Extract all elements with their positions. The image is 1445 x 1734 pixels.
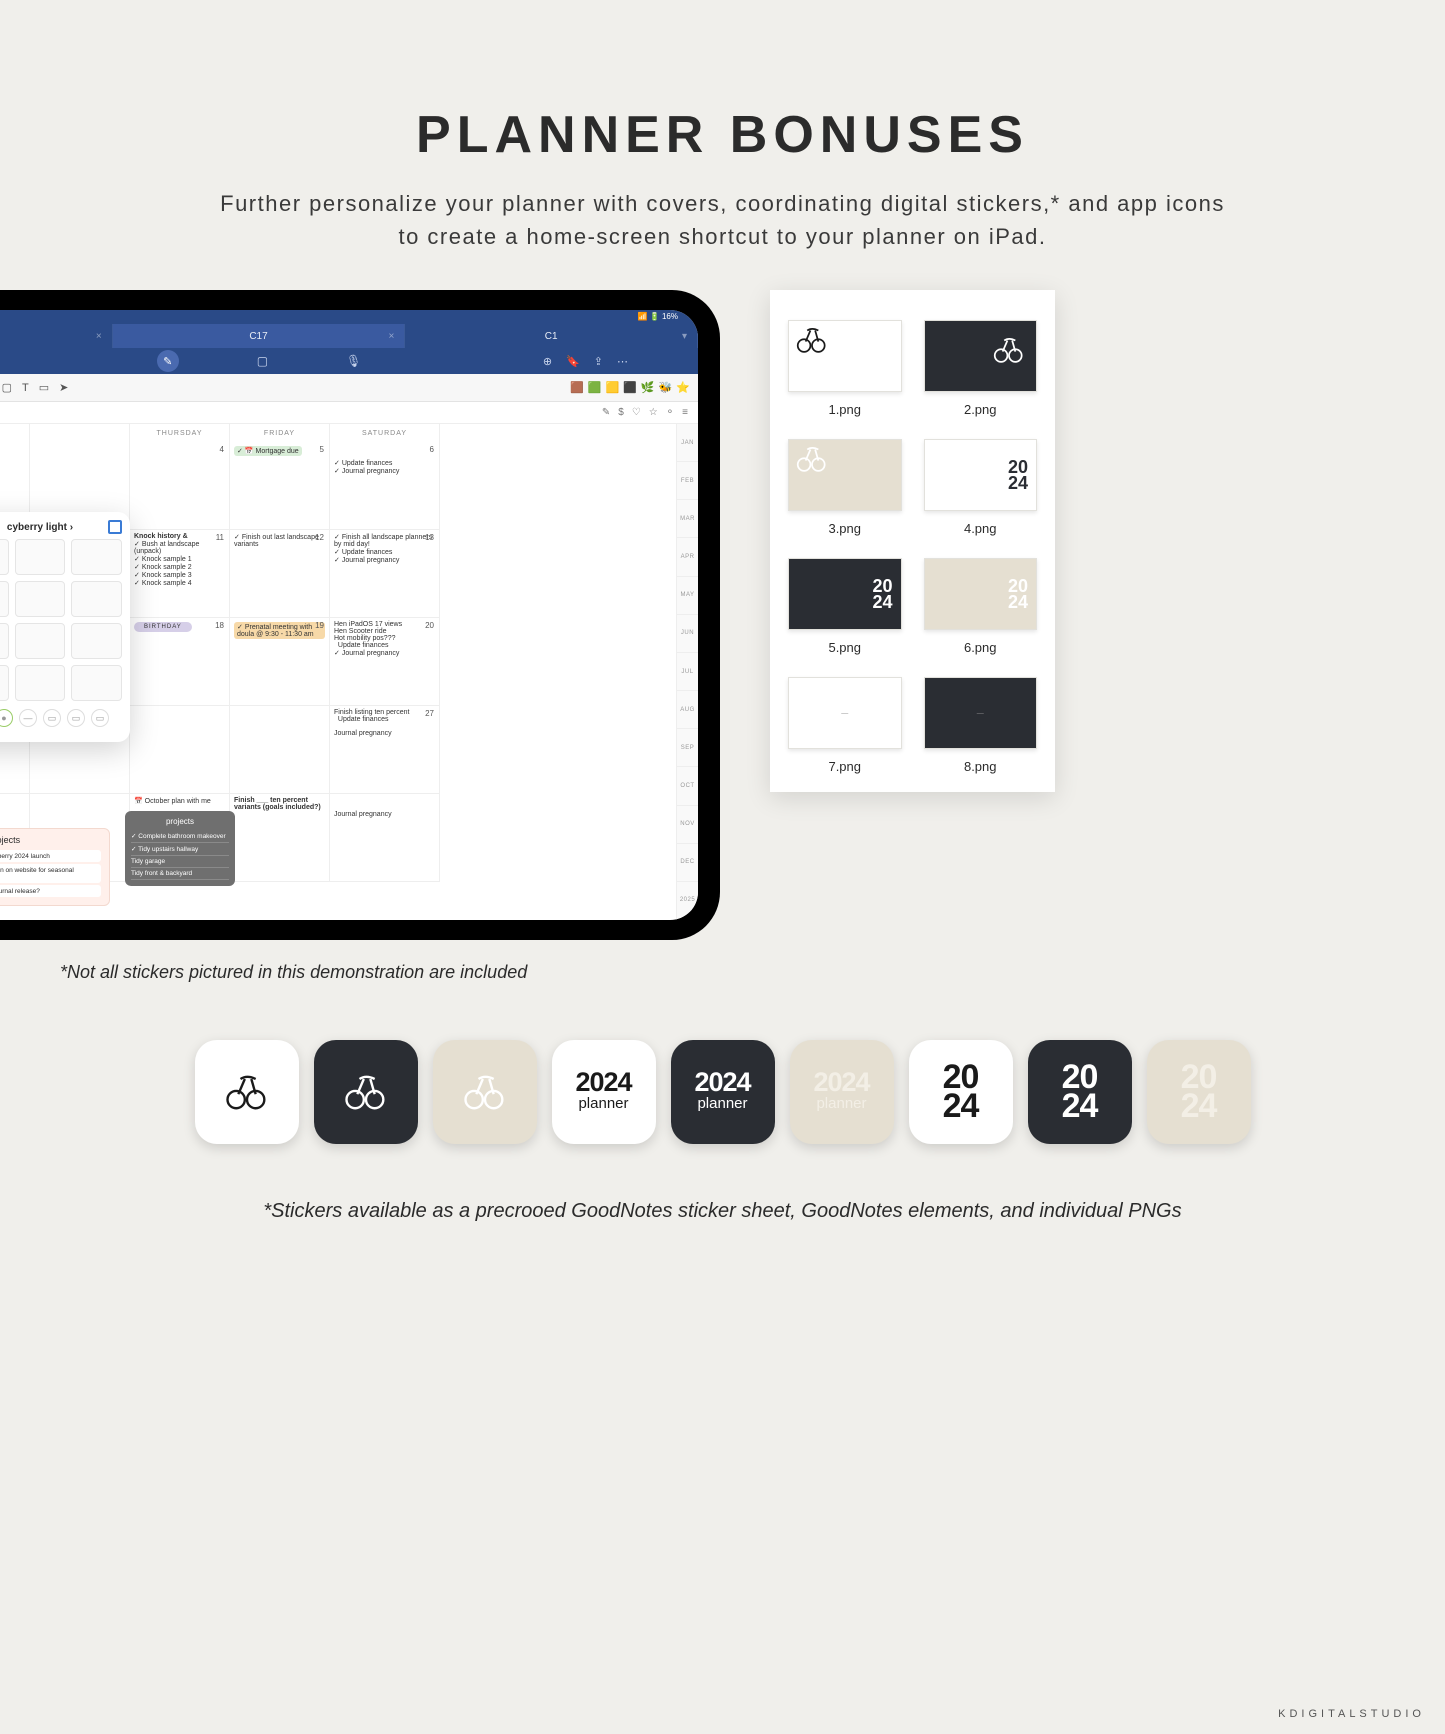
- more-icon[interactable]: ⋯: [617, 355, 628, 368]
- sticker-popover[interactable]: cyberry light 🥐 ● — ▭: [0, 512, 130, 742]
- status-bar: 📶 🔋 16%: [0, 310, 698, 324]
- panel-toggle-icon[interactable]: [108, 520, 122, 534]
- cover-thumb-4: 2024 4.png: [924, 439, 1038, 536]
- cherry-icon: [990, 335, 1028, 365]
- cover-thumb-1: 1.png: [788, 320, 902, 417]
- cover-thumb-2: 2.png: [924, 320, 1038, 417]
- cover-thumb-8: — 8.png: [924, 677, 1038, 774]
- sticker-nav-icon[interactable]: ●: [0, 709, 13, 727]
- brand-watermark: KDIGITALSTUDIO: [1278, 1708, 1425, 1720]
- share-icon[interactable]: ⇪: [594, 355, 603, 368]
- close-icon[interactable]: ×: [389, 331, 395, 342]
- ongoing-projects-note: ✓ ongoing projects ✓ Working on Cyberry …: [0, 828, 110, 906]
- app-icon-2024planner-beige: 2024 planner: [790, 1040, 894, 1144]
- image-tool-icon[interactable]: ▢: [2, 381, 12, 394]
- app-icon-cherry-beige: [433, 1040, 537, 1144]
- tool-ribbon[interactable]: ↶ ↷ ✎ ✐ ▯ ◇ ◌ ⌬ ▢ T ▭ ➤ 🟫🟩🟨⬛🌿🐝⭐: [0, 374, 698, 402]
- app-icon-cherry-dark: [314, 1040, 418, 1144]
- stickers-footnote: *Stickers available as a precrooed GoodN…: [0, 1200, 1445, 1223]
- app-icon-2024-dark: 20 24: [1028, 1040, 1132, 1144]
- cover-thumb-7: — 7.png: [788, 677, 902, 774]
- favorites-bar[interactable]: 🟫🟩🟨⬛🌿🐝⭐: [570, 381, 690, 394]
- sticker-nav-icon[interactable]: ▭: [67, 709, 85, 727]
- app-icon-2024-white: 20 24: [909, 1040, 1013, 1144]
- cover-thumb-3: 3.png: [788, 439, 902, 536]
- app-toolbar[interactable]: ✎ ▢ 🎙 ⊕ 🔖 ⇪ ⋯: [0, 348, 698, 374]
- cherry-icon: [793, 325, 831, 355]
- cover-thumbnails-panel: 1.png 2.png 3.png 2024 4.png 2024 5.png …: [770, 290, 1055, 792]
- cover-thumb-6: 2024 6.png: [924, 558, 1038, 655]
- document-tabs[interactable]: ☁× C17× C1▾: [0, 324, 698, 348]
- close-icon[interactable]: ×: [96, 331, 102, 342]
- calendar-grid: MONDAY THURSDAYFRIDAYSATURDAY 14 weeks☑ …: [0, 424, 676, 920]
- mic-icon[interactable]: 🎙: [346, 354, 361, 368]
- cover-thumb-5: 2024 5.png: [788, 558, 902, 655]
- hero-title: PLANNER BONUSES: [0, 0, 1445, 165]
- pen-tool-icon[interactable]: ✎: [157, 350, 179, 372]
- page-nav: CALENDAR 1 2 3 4 5 ✎ $ ♡ ☆ ⚬ ≡: [0, 402, 698, 424]
- ipad-mockup: 📶 🔋 16% ☁× C17× C1▾ ✎ ▢ 🎙 ⊕ 🔖 ⇪ ⋯: [0, 290, 720, 940]
- text-icon[interactable]: T: [22, 382, 29, 394]
- app-icon-2024-beige: 20 24: [1147, 1040, 1251, 1144]
- app-icon-cherry-white: [195, 1040, 299, 1144]
- app-icon-row: 2024 planner 2024 planner 2024 planner 2…: [0, 1040, 1445, 1144]
- cherry-icon: [793, 444, 831, 474]
- add-icon[interactable]: ⊕: [543, 355, 552, 368]
- sticker-nav-icon[interactable]: —: [19, 709, 37, 727]
- projects-sticky: projects ✓ Complete bathroom makeover ✓ …: [125, 811, 235, 886]
- app-icon-2024planner-dark: 2024 planner: [671, 1040, 775, 1144]
- hero-subtitle: Further personalize your planner with co…: [0, 187, 1445, 253]
- month-tabs[interactable]: JANFEB MARAPR MAYJUN JULAUG SEPOCT NOVDE…: [676, 424, 698, 920]
- pointer-icon[interactable]: ➤: [59, 381, 68, 394]
- ruler-icon[interactable]: ▭: [39, 381, 49, 394]
- sticker-nav-icon[interactable]: ▭: [91, 709, 109, 727]
- sticker-disclaimer: *Not all stickers pictured in this demon…: [60, 962, 527, 983]
- app-icon-2024planner-white: 2024 planner: [552, 1040, 656, 1144]
- bookmark-icon[interactable]: 🔖: [566, 355, 580, 368]
- image-icon[interactable]: ▢: [257, 354, 268, 368]
- sticker-nav-icon[interactable]: ▭: [43, 709, 61, 727]
- close-icon[interactable]: ▾: [682, 331, 687, 342]
